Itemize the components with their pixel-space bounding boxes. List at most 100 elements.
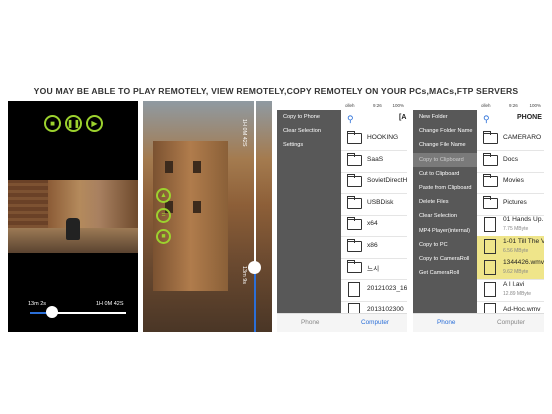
menu-item-copy-to-cameraroll[interactable]: Copy to CameraRoll: [413, 252, 477, 266]
item-name: Movies: [503, 177, 524, 184]
side-menu: Copy to Phone Clear Selection Settings: [277, 110, 341, 332]
item-name: USBDisk: [367, 198, 394, 206]
folder-title: PHONE: [517, 114, 542, 121]
folder-row[interactable]: x86: [341, 236, 407, 259]
seek-progress: [254, 267, 256, 332]
folder-icon: [347, 260, 362, 273]
play-icon[interactable]: ■: [156, 229, 171, 244]
item-name: 느시: [367, 266, 380, 273]
tab-phone[interactable]: Phone: [301, 319, 319, 326]
computer-browser-screen: olleh 9:26 100% Copy to Phone Clear Selec…: [277, 101, 407, 332]
folder-icon: [347, 195, 362, 209]
folder-row[interactable]: SovietDirectH: [341, 171, 407, 194]
share-icon[interactable]: ⚲: [483, 114, 490, 125]
player-screen-2: ▲ = ■ 1H 0M 42S 13m 9s: [143, 101, 272, 332]
folder-icon: [347, 174, 362, 187]
tab-computer[interactable]: Computer: [361, 319, 389, 326]
player-screen-1: ■ ❚❚ ▶ 13m 2s 1H 0M 42S: [8, 101, 138, 332]
play-icon[interactable]: ▶: [86, 115, 103, 132]
phone-browser-screen: olleh 9:26 100% New Folder Change Folder …: [413, 101, 544, 332]
status-bar: olleh 9:26 100%: [481, 103, 541, 108]
seek-thumb[interactable]: [46, 306, 58, 318]
item-name: Ad-Hoc.wmv: [503, 306, 541, 313]
tab-phone[interactable]: Phone: [437, 319, 455, 326]
folder-icon: [347, 131, 362, 144]
elapsed-time: 13m 2s: [28, 301, 47, 307]
folder-row[interactable]: 느시: [341, 257, 407, 280]
menu-item-get-cameraroll[interactable]: Get CameraRoll: [413, 266, 477, 280]
menu-item-cut-to-clipboard[interactable]: Cut to Clipboard: [413, 167, 477, 181]
file-row[interactable]: 1-01 Till The V 6.56 MByte: [477, 235, 544, 259]
file-icon: [484, 260, 496, 275]
file-row[interactable]: A I l.avi 12.89 MByte: [477, 279, 544, 302]
status-bar: olleh 9:26 100%: [345, 103, 404, 108]
pause-icon[interactable]: ❚❚: [65, 115, 82, 132]
menu-item-copy-to-clipboard[interactable]: Copy to Clipboard: [413, 152, 477, 167]
item-name: 1344426.wmv: [503, 259, 544, 266]
item-size: 7.75 MByte: [503, 226, 529, 232]
seek-thumb[interactable]: [248, 261, 261, 274]
item-name: x86: [367, 241, 378, 249]
file-icon: [484, 281, 496, 297]
folder-icon: [483, 195, 498, 209]
file-list: CAMERARO Docs Movies Pictures 01 Hands Up. 7.…: [477, 128, 544, 323]
file-row[interactable]: 20121023_16: [341, 279, 407, 302]
elapsed-time: 13m 9s: [241, 266, 247, 285]
item-size: 9.62 MByte: [503, 269, 529, 275]
item-name: HOOKING: [367, 134, 399, 141]
menu-item-mp4-player-internal[interactable]: MP4 Player(internal): [413, 224, 477, 238]
item-name: Pictures: [503, 198, 527, 206]
folder-row[interactable]: Pictures: [477, 193, 544, 216]
item-name: 2013102300: [367, 306, 404, 313]
file-icon: [348, 281, 360, 297]
file-icon: [484, 217, 496, 232]
share-icon[interactable]: ⚲: [347, 114, 354, 125]
folder-row[interactable]: Docs: [477, 150, 544, 173]
video-frame: [8, 180, 138, 253]
folder-row[interactable]: SaaS: [341, 150, 407, 173]
side-menu: New Folder Change Folder Name Change File …: [413, 110, 477, 332]
cyclist-figure: [66, 218, 80, 240]
item-name: A I l.avi: [503, 280, 525, 288]
item-name: CAMERARO: [503, 134, 542, 141]
menu-item-copy-to-phone[interactable]: Copy to Phone: [277, 110, 341, 124]
folder-icon: [347, 238, 362, 252]
folder-row[interactable]: x64: [341, 214, 407, 237]
item-size: 12.89 MByte: [503, 290, 532, 297]
file-list: HOOKING SaaS SovietDirectH USBDisk x64 x86 느시 2…: [341, 128, 407, 323]
item-name: x64: [367, 220, 378, 227]
menu-item-change-file-name[interactable]: Change File Name: [413, 138, 477, 152]
total-time: 1H 0M 42S: [96, 301, 124, 307]
tab-computer[interactable]: Computer: [497, 319, 525, 326]
menu-item-change-folder-name[interactable]: Change Folder Name: [413, 124, 477, 138]
folder-row[interactable]: USBDisk: [341, 193, 407, 216]
menu-item-clear-selection[interactable]: Clear Selection: [277, 124, 341, 138]
menu-item-clear-selection[interactable]: Clear Selection: [413, 209, 477, 223]
folder-icon: [483, 174, 498, 187]
folder-row[interactable]: Movies: [477, 171, 544, 194]
folder-row[interactable]: CAMERARO: [477, 128, 544, 151]
promo-headline: YOU MAY BE ABLE TO PLAY REMOTELY, VIEW R…: [33, 86, 519, 96]
stop-icon[interactable]: ■: [44, 115, 61, 132]
item-name: SaaS: [367, 155, 384, 163]
item-name: 01 Hands Up.: [503, 216, 544, 223]
folder-row[interactable]: HOOKING: [341, 128, 407, 151]
menu-item-delete-files[interactable]: Delete Files: [413, 195, 477, 209]
item-name: SovietDirectH: [367, 177, 407, 184]
file-row[interactable]: 1344426.wmv 9.62 MByte: [477, 257, 544, 280]
folder-title: [A: [399, 114, 407, 121]
file-row[interactable]: 01 Hands Up. 7.75 MByte: [477, 214, 544, 237]
pause-icon[interactable]: =: [156, 208, 171, 223]
folder-icon: [483, 131, 498, 144]
file-icon: [484, 238, 496, 254]
item-name: Docs: [503, 155, 519, 163]
folder-icon: [347, 217, 362, 230]
menu-item-paste-from-clipboard[interactable]: Paste from Clipboard: [413, 181, 477, 195]
folder-icon: [483, 152, 498, 166]
menu-item-new-folder[interactable]: New Folder: [413, 110, 477, 124]
menu-item-settings[interactable]: Settings: [277, 138, 341, 152]
item-name: 1-01 Till The V: [503, 237, 544, 245]
menu-item-copy-to-pc[interactable]: Copy to PC: [413, 238, 477, 252]
total-time: 1H 0M 42S: [241, 119, 247, 147]
stop-icon[interactable]: ▲: [156, 188, 171, 203]
